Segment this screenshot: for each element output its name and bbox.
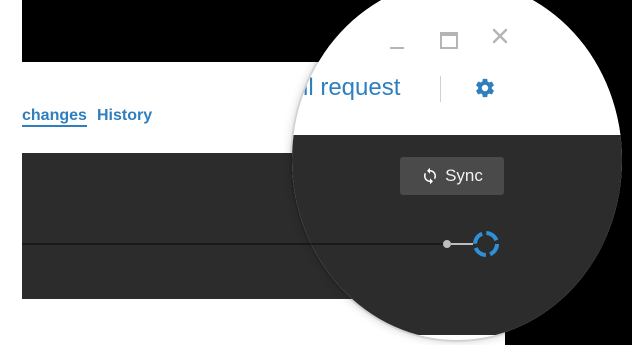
pull-request-button[interactable]: ll request — [303, 74, 400, 102]
history-timeline — [292, 243, 445, 245]
minimize-icon[interactable] — [390, 47, 404, 49]
tab-changes[interactable]: changes — [22, 107, 87, 127]
timeline-node-icon — [443, 240, 451, 248]
gear-icon[interactable] — [474, 77, 496, 99]
lens-title-bar — [292, 0, 622, 62]
tab-history[interactable]: History — [97, 107, 152, 125]
toolbar-divider — [440, 76, 441, 102]
spinner-icon — [471, 229, 501, 259]
maximize-icon[interactable] — [440, 32, 458, 49]
sync-icon — [424, 167, 437, 185]
sync-label: Sync — [445, 166, 483, 185]
timeline-connector — [451, 243, 473, 245]
magnifier-lens: ll request Sync — [292, 0, 622, 340]
close-icon[interactable] — [490, 26, 510, 46]
sync-button[interactable]: Sync — [400, 157, 504, 195]
